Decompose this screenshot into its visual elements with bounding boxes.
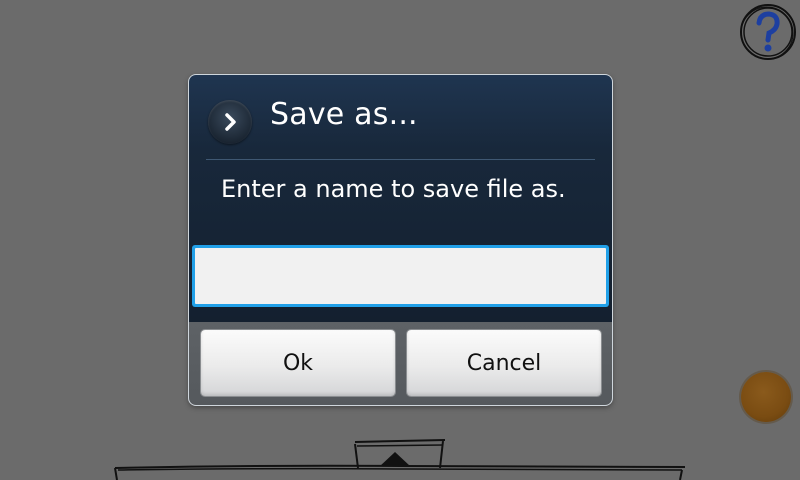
dialog-title: Save as... <box>270 97 418 132</box>
sketch-drawing <box>114 439 686 480</box>
dialog-button-bar: Ok Cancel <box>189 322 612 405</box>
dialog-message: Enter a name to save file as. <box>221 175 566 203</box>
chevron-right-icon <box>208 100 252 144</box>
cancel-button[interactable]: Cancel <box>407 330 601 396</box>
divider <box>206 159 595 160</box>
brown-orb-button[interactable] <box>741 372 791 422</box>
dialog-content: Save as... Enter a name to save file as. <box>189 75 612 322</box>
help-icon <box>740 4 796 60</box>
dialog-title-bar: Save as... <box>189 75 612 159</box>
save-as-dialog: Save as... Enter a name to save file as.… <box>189 75 612 405</box>
filename-input[interactable] <box>195 248 606 304</box>
ok-button[interactable]: Ok <box>201 330 395 396</box>
help-button[interactable] <box>738 2 798 62</box>
filename-input-container <box>192 245 609 307</box>
